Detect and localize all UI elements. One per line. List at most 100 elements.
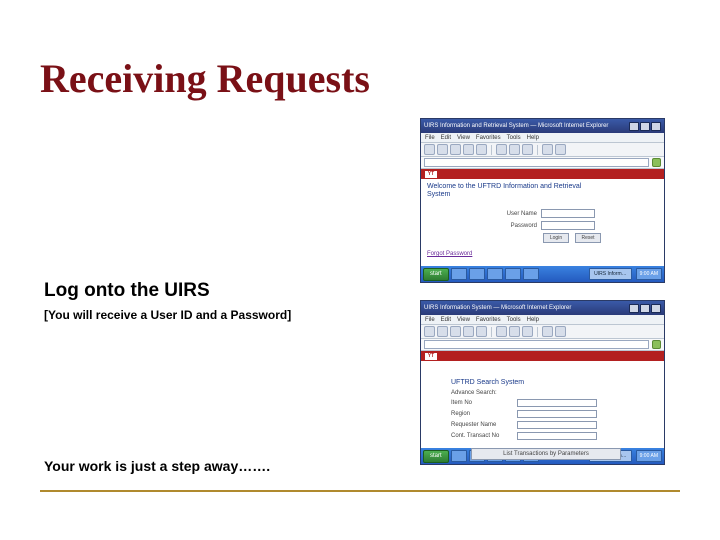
screenshot-login-window: UIRS Information and Retrieval System — … [420,118,665,283]
stop-icon[interactable] [450,326,461,337]
address-bar [421,157,664,169]
search-heading: UFTRD Search System [451,379,621,386]
close-icon[interactable] [651,304,661,313]
field-input-contno[interactable] [517,432,597,440]
username-input[interactable] [541,209,595,218]
site-logo: YT [425,171,437,178]
stop-icon[interactable] [450,144,461,155]
minimize-icon[interactable] [629,304,639,313]
menu-favorites[interactable]: Favorites [476,135,501,141]
search-instruction: Advance Search: [451,390,621,396]
menu-tools[interactable]: Tools [507,135,521,141]
menu-edit[interactable]: Edit [441,135,451,141]
search-form: UFTRD Search System Advance Search: Item… [451,379,621,460]
login-form: User Name Password Login Reset [499,209,601,246]
password-input[interactable] [541,221,595,230]
window-control-buttons [629,122,661,131]
address-input[interactable] [424,340,649,349]
slide: Receiving Requests Log onto the UIRS [Yo… [0,0,720,540]
slide-note: [You will receive a User ID and a Passwo… [44,308,291,322]
menu-favorites[interactable]: Favorites [476,317,501,323]
welcome-line2: System [427,191,450,198]
address-input[interactable] [424,158,649,167]
window-titlebar: UIRS Information and Retrieval System — … [421,119,664,133]
address-bar [421,339,664,351]
back-icon[interactable] [424,326,435,337]
welcome-heading: Welcome to the UFTRD Information and Ret… [427,183,581,200]
window-title-text: UIRS Information and Retrieval System — … [424,123,608,129]
start-button[interactable]: start [423,268,449,281]
window-titlebar: UIRS Information System — Microsoft Inte… [421,301,664,315]
maximize-icon[interactable] [640,122,650,131]
refresh-icon[interactable] [463,144,474,155]
list-transactions-button[interactable]: List Transactions by Parameters [471,448,621,460]
taskbar-item[interactable] [469,268,485,280]
window-title-text: UIRS Information System — Microsoft Inte… [424,305,571,311]
taskbar-item[interactable] [523,268,539,280]
field-input-item[interactable] [517,399,597,407]
screenshot-search-window: UIRS Information System — Microsoft Inte… [420,300,665,465]
system-tray[interactable]: 9:00 AM [636,268,662,280]
print-icon[interactable] [555,144,566,155]
mail-icon[interactable] [542,144,553,155]
menu-help[interactable]: Help [527,135,539,141]
forward-icon[interactable] [437,326,448,337]
favorites-icon[interactable] [509,326,520,337]
password-label: Password [499,223,537,229]
username-label: User Name [499,211,537,217]
field-label-item: Item No [451,400,513,406]
refresh-icon[interactable] [463,326,474,337]
menu-file[interactable]: File [425,135,435,141]
home-icon[interactable] [476,326,487,337]
start-button[interactable]: start [423,450,449,463]
menu-help[interactable]: Help [527,317,539,323]
menu-edit[interactable]: Edit [441,317,451,323]
field-input-requester[interactable] [517,421,597,429]
search-icon[interactable] [496,326,507,337]
go-icon[interactable] [652,340,661,349]
slide-closing: Your work is just a step away……. [44,458,270,474]
back-icon[interactable] [424,144,435,155]
taskbar-active-window[interactable]: UIRS Inform… [589,268,632,280]
forward-icon[interactable] [437,144,448,155]
welcome-line1: Welcome to the UFTRD Information and Ret… [427,183,581,190]
mail-icon[interactable] [542,326,553,337]
window-toolbar [421,325,664,339]
field-input-region[interactable] [517,410,597,418]
close-icon[interactable] [651,122,661,131]
reset-button[interactable]: Reset [575,233,601,243]
taskbar-item[interactable] [451,268,467,280]
site-logo: YT [425,353,437,360]
history-icon[interactable] [522,326,533,337]
toolbar-separator [537,145,538,155]
maximize-icon[interactable] [640,304,650,313]
menu-file[interactable]: File [425,317,435,323]
toolbar-separator [491,145,492,155]
menu-tools[interactable]: Tools [507,317,521,323]
search-icon[interactable] [496,144,507,155]
favorites-icon[interactable] [509,144,520,155]
window-menubar: File Edit View Favorites Tools Help [421,315,664,325]
taskbar-item[interactable] [487,268,503,280]
window-control-buttons [629,304,661,313]
slide-title: Receiving Requests [40,55,370,102]
start-label: start [430,453,442,459]
system-tray[interactable]: 9:00 AM [636,450,662,462]
field-label-contno: Cont. Transact No [451,433,513,439]
site-header-band: YT [421,169,664,179]
menu-view[interactable]: View [457,135,470,141]
site-header-band: YT [421,351,664,361]
page-content: UFTRD Search System Advance Search: Item… [421,361,664,448]
taskbar-item[interactable] [505,268,521,280]
go-icon[interactable] [652,158,661,167]
menu-view[interactable]: View [457,317,470,323]
history-icon[interactable] [522,144,533,155]
minimize-icon[interactable] [629,122,639,131]
forgot-password-link[interactable]: Forgot Password [427,251,472,257]
window-menubar: File Edit View Favorites Tools Help [421,133,664,143]
start-label: start [430,271,442,277]
print-icon[interactable] [555,326,566,337]
login-button[interactable]: Login [543,233,569,243]
field-label-region: Region [451,411,513,417]
home-icon[interactable] [476,144,487,155]
